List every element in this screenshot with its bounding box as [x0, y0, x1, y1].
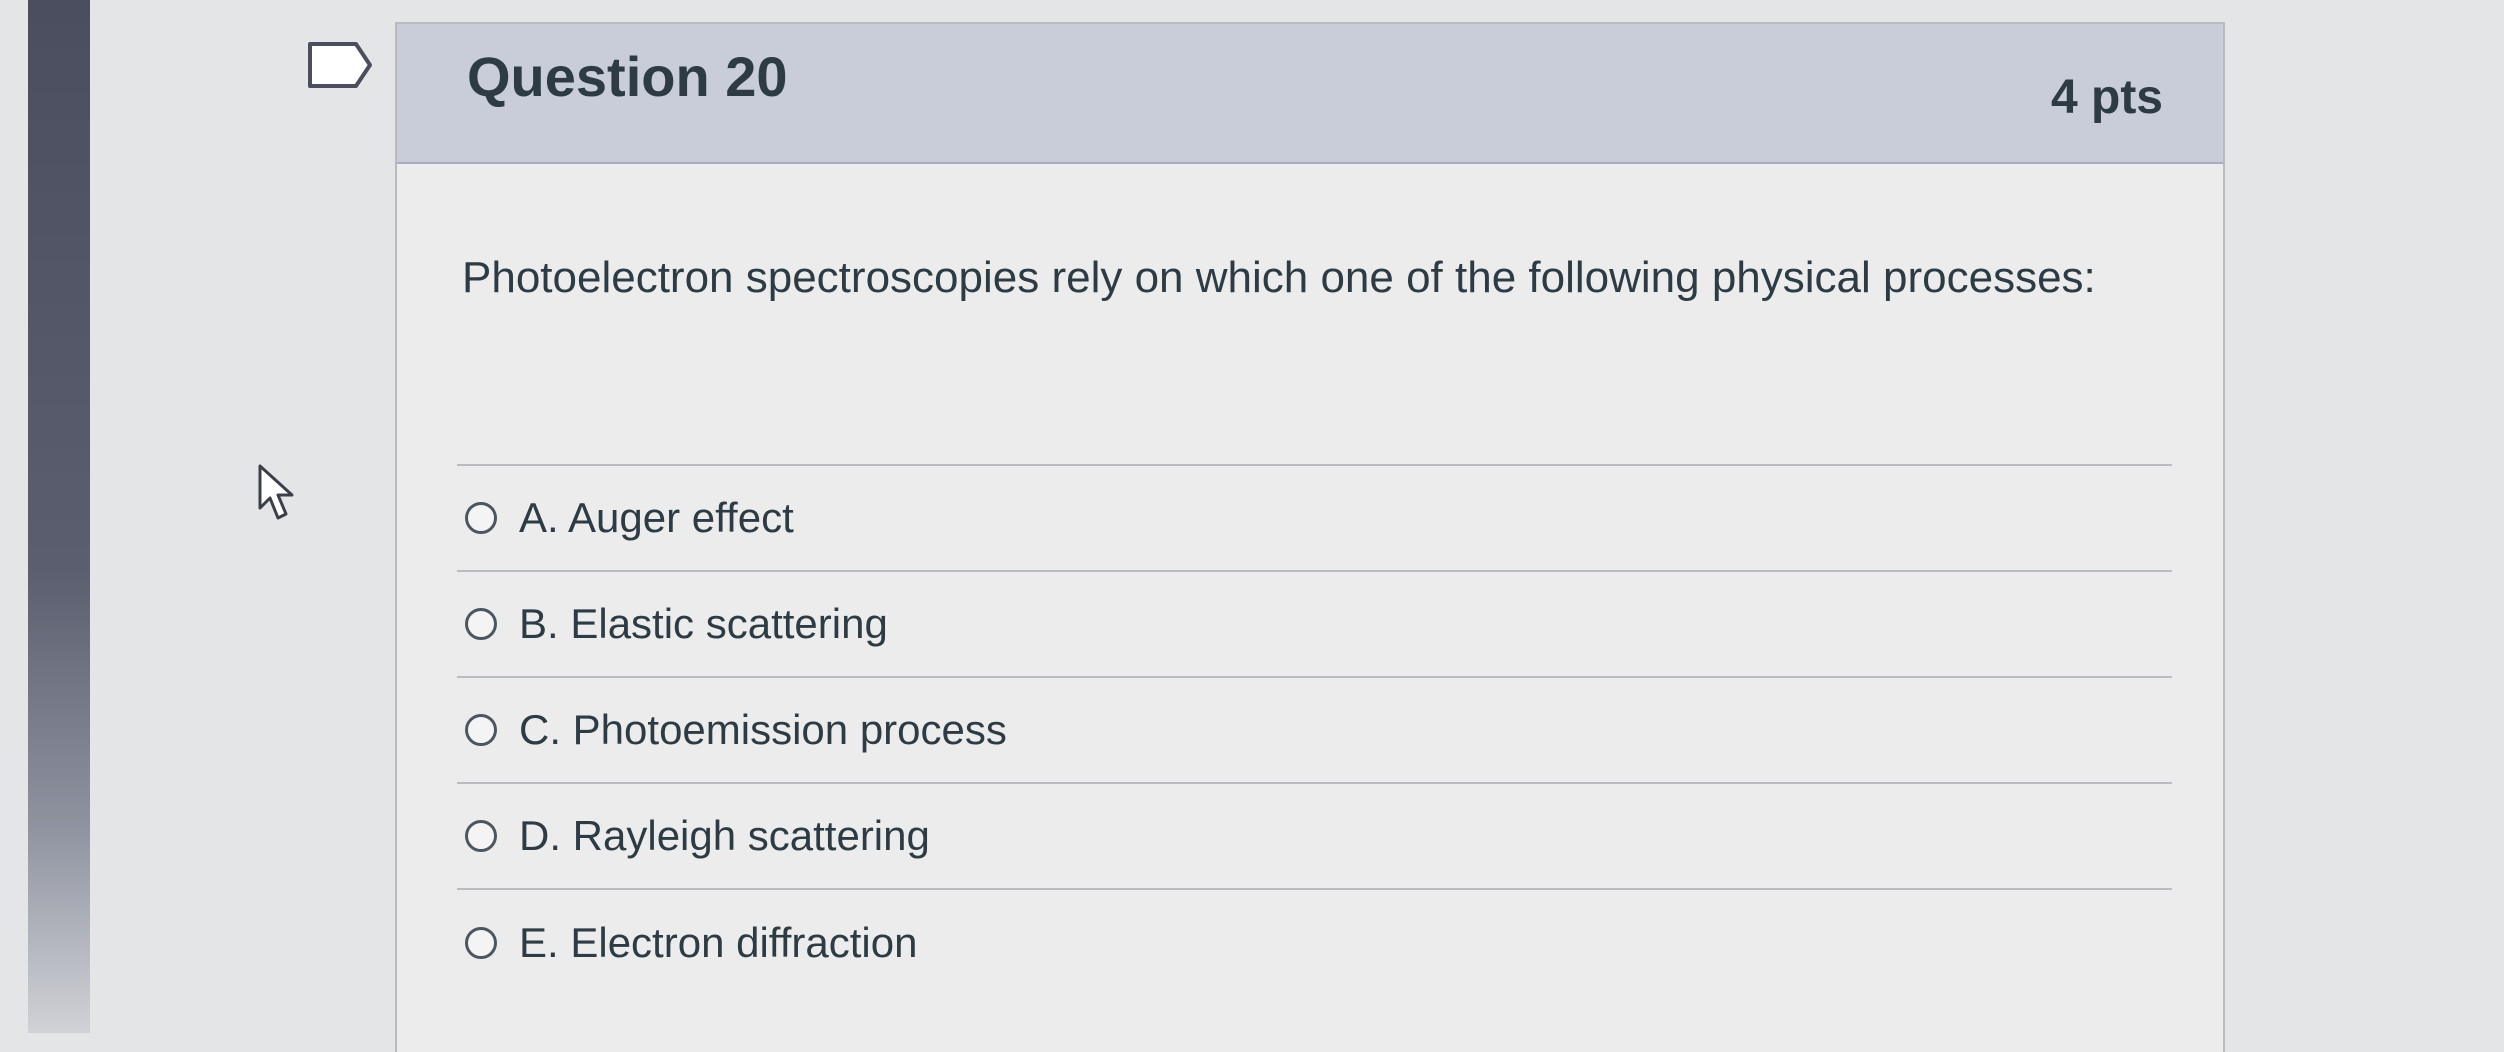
question-card: Question 20 4 pts Photoelectron spectros… [395, 22, 2225, 1052]
flag-question-icon[interactable] [306, 40, 376, 90]
question-header: Question 20 4 pts [397, 24, 2223, 164]
radio-button-icon[interactable] [465, 608, 497, 640]
question-title: Question 20 [467, 45, 788, 108]
radio-button-icon[interactable] [465, 820, 497, 852]
mouse-pointer-icon [254, 462, 304, 524]
answer-option-d[interactable]: D. Rayleigh scattering [457, 784, 2172, 890]
answer-label[interactable]: C. Photoemission process [519, 706, 1007, 754]
answer-option-c[interactable]: C. Photoemission process [457, 678, 2172, 784]
answer-label[interactable]: B. Elastic scattering [519, 600, 888, 648]
question-text: Photoelectron spectroscopies rely on whi… [462, 253, 2096, 302]
answer-option-a[interactable]: A. Auger effect [457, 466, 2172, 572]
answer-label[interactable]: D. Rayleigh scattering [519, 812, 930, 860]
radio-button-icon[interactable] [465, 927, 497, 959]
answer-option-b[interactable]: B. Elastic scattering [457, 572, 2172, 678]
course-nav-sidebar [28, 0, 90, 1033]
answer-label[interactable]: A. Auger effect [519, 494, 794, 542]
answer-label[interactable]: E. Electron diffraction [519, 919, 917, 967]
radio-button-icon[interactable] [465, 502, 497, 534]
radio-button-icon[interactable] [465, 714, 497, 746]
answer-option-e[interactable]: E. Electron diffraction [457, 890, 2172, 996]
answer-list: A. Auger effect B. Elastic scattering C.… [457, 464, 2172, 996]
question-points: 4 pts [2050, 71, 2163, 124]
